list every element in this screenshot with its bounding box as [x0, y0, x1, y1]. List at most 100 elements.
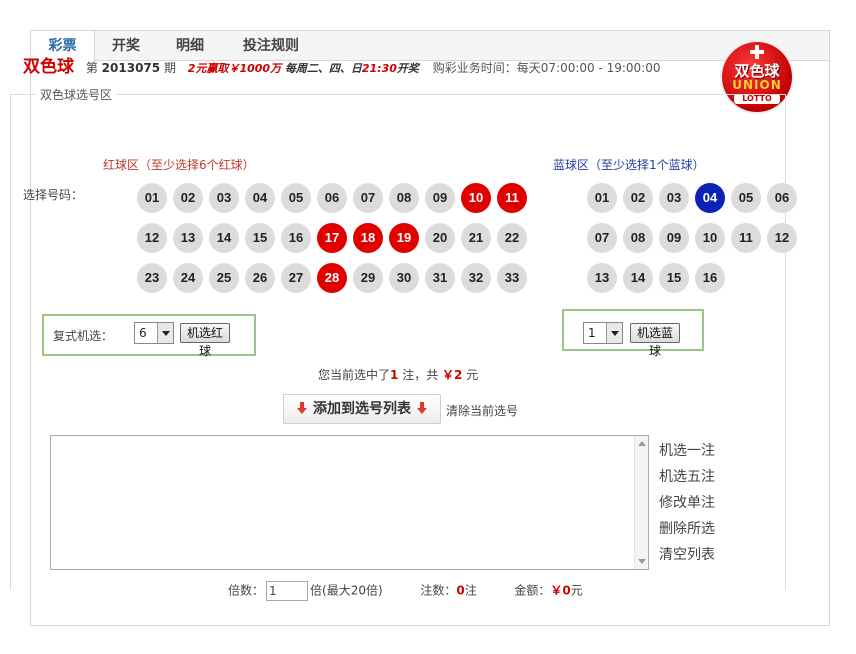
selection-area-legend: 双色球选号区: [36, 86, 117, 103]
red-count-value: 6: [139, 326, 147, 340]
red-ball-01[interactable]: 01: [137, 183, 167, 213]
summary-prefix: 您当前选中了: [318, 368, 391, 382]
red-ball-20[interactable]: 20: [425, 223, 455, 253]
promo-text: 2元赢取￥1000万: [187, 62, 282, 75]
blue-ball-05[interactable]: 05: [731, 183, 761, 213]
red-ball-02[interactable]: 02: [173, 183, 203, 213]
blue-ball-13[interactable]: 13: [587, 263, 617, 293]
amount-suffix: 元: [570, 583, 583, 598]
red-ball-22[interactable]: 22: [497, 223, 527, 253]
red-ball-16[interactable]: 16: [281, 223, 311, 253]
issue-number: 2013075: [101, 61, 161, 75]
red-ball-12[interactable]: 12: [137, 223, 167, 253]
red-ball-09[interactable]: 09: [425, 183, 455, 213]
blue-zone-title: 蓝球区（至少选择1个蓝球）: [553, 158, 705, 172]
red-machine-label: 复式机选：: [53, 329, 114, 343]
blue-ball-15[interactable]: 15: [659, 263, 689, 293]
selection-list[interactable]: [50, 435, 649, 570]
blue-count-value: 1: [588, 326, 596, 340]
list-actions: 机选一注 机选五注 修改单注 删除所选 清空列表: [659, 438, 715, 568]
logo-union: UNION: [732, 78, 782, 92]
blue-ball-14[interactable]: 14: [623, 263, 653, 293]
edit-single-action[interactable]: 修改单注: [659, 490, 715, 516]
red-zone-title: 红球区（至少选择6个红球）: [103, 158, 255, 172]
scroll-up-icon[interactable]: [638, 441, 646, 446]
red-ball-17[interactable]: 17: [317, 223, 347, 253]
red-ball-05[interactable]: 05: [281, 183, 311, 213]
business-hours: 购彩业务时间：每天07:00:00 - 19:00:00: [432, 61, 661, 75]
blue-ball-04[interactable]: 04: [695, 183, 725, 213]
summary-count: 1: [390, 368, 399, 382]
issue-info: 第 2013075 期: [86, 61, 176, 75]
red-ball-18[interactable]: 18: [353, 223, 383, 253]
blue-ball-16[interactable]: 16: [695, 263, 725, 293]
blue-count-select[interactable]: 1: [583, 322, 623, 344]
red-ball-04[interactable]: 04: [245, 183, 275, 213]
random-five-action[interactable]: 机选五注: [659, 464, 715, 490]
red-ball-19[interactable]: 19: [389, 223, 419, 253]
scroll-down-icon[interactable]: [638, 559, 646, 564]
bet-footer: 倍数： 1 倍(最大20倍) 注数：0注 金额：￥0元: [228, 581, 583, 601]
red-ball-21[interactable]: 21: [461, 223, 491, 253]
blue-ball-07[interactable]: 07: [587, 223, 617, 253]
amount-label: 金额：: [514, 583, 551, 598]
red-ball-03[interactable]: 03: [209, 183, 239, 213]
add-to-list-label: 添加到选号列表: [313, 401, 411, 417]
schedule-suffix: 开奖: [396, 62, 419, 75]
red-ball-33[interactable]: 33: [497, 263, 527, 293]
blue-ball-01[interactable]: 01: [587, 183, 617, 213]
blue-ball-12[interactable]: 12: [767, 223, 797, 253]
pick-number-label: 选择号码：: [23, 188, 84, 202]
issue-suffix: 期: [163, 61, 176, 75]
blue-ball-02[interactable]: 02: [623, 183, 653, 213]
red-ball-32[interactable]: 32: [461, 263, 491, 293]
blue-ball-11[interactable]: 11: [731, 223, 761, 253]
list-scrollbar[interactable]: [634, 436, 648, 569]
red-ball-25[interactable]: 25: [209, 263, 239, 293]
red-ball-23[interactable]: 23: [137, 263, 167, 293]
red-ball-30[interactable]: 30: [389, 263, 419, 293]
clear-list-action[interactable]: 清空列表: [659, 542, 715, 568]
red-ball-15[interactable]: 15: [245, 223, 275, 253]
blue-ball-09[interactable]: 09: [659, 223, 689, 253]
red-ball-31[interactable]: 31: [425, 263, 455, 293]
red-count-select[interactable]: 6: [134, 322, 174, 344]
game-header: 双色球 第 2013075 期 2元赢取￥1000万 每周二、四、日21:30开…: [23, 52, 723, 77]
blue-ball-06[interactable]: 06: [767, 183, 797, 213]
red-ball-06[interactable]: 06: [317, 183, 347, 213]
red-ball-26[interactable]: 26: [245, 263, 275, 293]
blue-ball-03[interactable]: 03: [659, 183, 689, 213]
red-ball-24[interactable]: 24: [173, 263, 203, 293]
red-ball-07[interactable]: 07: [353, 183, 383, 213]
red-ball-14[interactable]: 14: [209, 223, 239, 253]
schedule-days: 每周二、四、日: [284, 62, 362, 75]
delete-selected-action[interactable]: 删除所选: [659, 516, 715, 542]
red-ball-10[interactable]: 10: [461, 183, 491, 213]
schedule-time: 21:30: [361, 62, 397, 75]
multiple-input[interactable]: 1: [266, 581, 309, 601]
multiple-suffix: 倍(最大20倍): [310, 583, 383, 598]
red-ball-28[interactable]: 28: [317, 263, 347, 293]
blue-ball-10[interactable]: 10: [695, 223, 725, 253]
random-red-button[interactable]: 机选红球: [180, 323, 230, 358]
bets-suffix: 注: [464, 583, 477, 598]
random-blue-button[interactable]: 机选蓝球: [630, 323, 680, 358]
clear-current-link[interactable]: 清除当前选号: [446, 402, 518, 419]
red-ball-11[interactable]: 11: [497, 183, 527, 213]
random-one-action[interactable]: 机选一注: [659, 438, 715, 464]
chevron-down-icon: [606, 323, 622, 343]
blue-ball-08[interactable]: 08: [623, 223, 653, 253]
bets-label: 注数：: [420, 583, 457, 598]
multiple-label: 倍数：: [228, 583, 265, 598]
red-ball-29[interactable]: 29: [353, 263, 383, 293]
add-to-list-button[interactable]: 添加到选号列表: [283, 394, 441, 424]
bets-value: 0: [456, 583, 465, 598]
summary-suffix: 元: [466, 368, 479, 382]
chevron-down-icon: [157, 323, 173, 343]
cross-icon: [750, 45, 764, 59]
game-title: 双色球: [23, 57, 74, 77]
red-ball-27[interactable]: 27: [281, 263, 311, 293]
amount-value: ￥0: [550, 583, 571, 598]
red-ball-08[interactable]: 08: [389, 183, 419, 213]
red-ball-13[interactable]: 13: [173, 223, 203, 253]
